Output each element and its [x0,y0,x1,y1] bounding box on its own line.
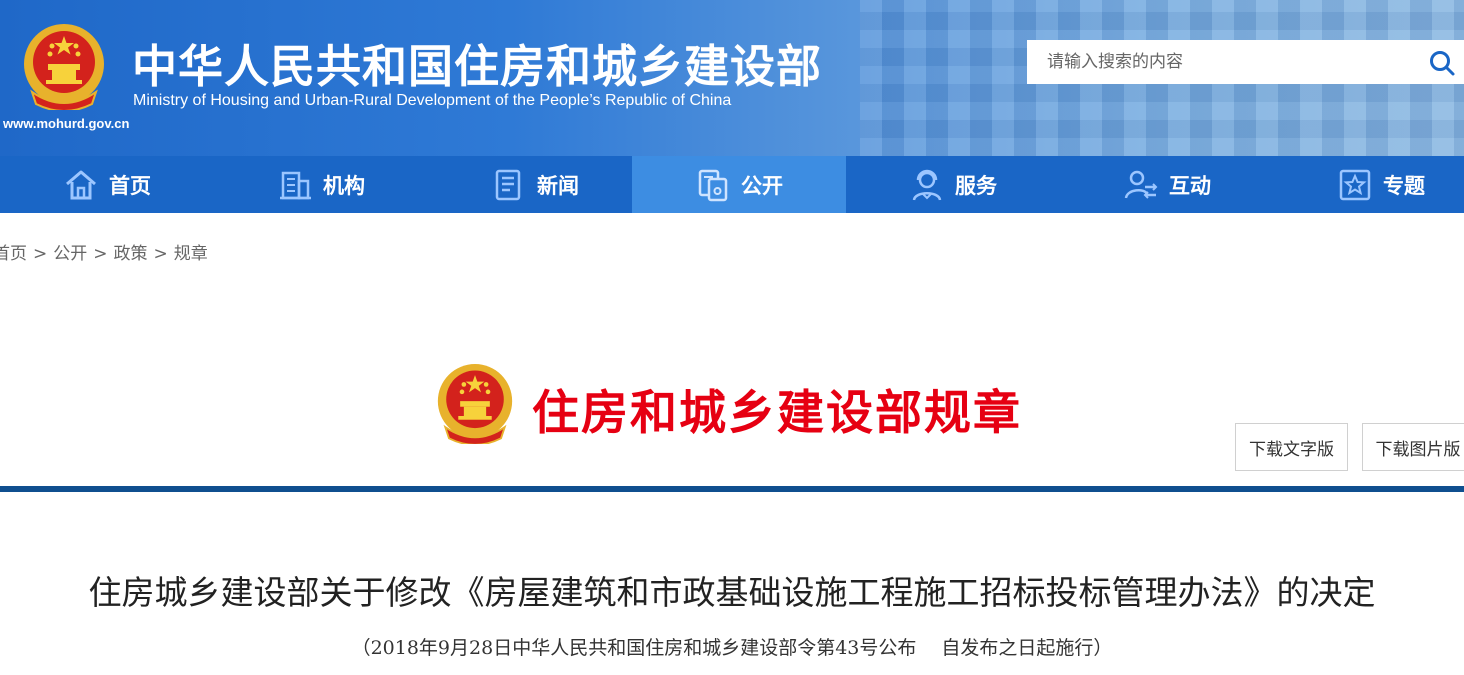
search-icon[interactable] [1428,49,1456,77]
nav-item-label: 专题 [1383,173,1425,198]
breadcrumb-separator: > [153,244,168,264]
nav-item-label: 互动 [1169,173,1211,198]
nav-item-label: 公开 [741,173,783,198]
national-emblem-icon[interactable] [22,22,106,110]
site-title-en: Ministry of Housing and Urban-Rural Deve… [133,92,732,109]
nav-item-label: 机构 [323,173,365,198]
news-icon [495,169,521,200]
documents-icon [698,169,728,201]
search-box [1027,40,1464,84]
breadcrumb-separator: > [93,244,108,264]
nav-item-home[interactable]: 首页 [0,156,214,213]
download-image-button[interactable]: 下载图片版 [1362,423,1464,471]
home-icon [66,170,96,199]
nav-item-topics[interactable]: 专题 [1274,156,1464,213]
section-divider [0,486,1464,492]
site-url: www.mohurd.gov.cn [3,116,130,131]
nav-item-news[interactable]: 新闻 [428,156,642,213]
breadcrumb-policy[interactable]: 政策 [114,239,148,264]
interaction-person-icon [1124,170,1158,199]
search-input[interactable] [1027,40,1422,84]
download-text-button[interactable]: 下载文字版 [1235,423,1348,471]
nav-item-organization[interactable]: 机构 [214,156,428,213]
nav-item-interaction[interactable]: 互动 [1060,156,1274,213]
nav-item-public[interactable]: 公开 [632,156,846,213]
nav-item-label: 服务 [955,173,997,198]
breadcrumb-home[interactable]: 首页 [0,239,27,264]
document-subtitle: （2018年9月28日中华人民共和国住房和城乡建设部令第43号公布 自发布之日起… [351,637,1113,659]
site-title-cn: 中华人民共和国住房和城乡建设部 [132,40,823,93]
nav-item-service[interactable]: 服务 [846,156,1060,213]
regulation-title: 住房和城乡建设部规章 [532,386,1022,441]
breadcrumb-separator: > [33,244,48,264]
star-box-icon [1339,169,1371,200]
breadcrumb-regulations[interactable]: 规章 [174,239,208,264]
breadcrumb-public[interactable]: 公开 [53,239,87,264]
service-person-icon [912,169,942,200]
national-emblem-icon [437,364,513,444]
breadcrumb: 首页 > 公开 > 政策 > 规章 [0,239,208,264]
nav-item-label: 新闻 [537,173,579,198]
regulation-banner: 住房和城乡建设部规章 [436,362,1056,446]
site-header: 中华人民共和国住房和城乡建设部 Ministry of Housing and … [0,0,1464,156]
building-icon [280,171,311,199]
nav-item-label: 首页 [109,173,151,198]
main-nav: 首页 机构 新闻 公开 服务 互动 专题 [0,156,1464,213]
document-title: 住房城乡建设部关于修改《房屋建筑和市政基础设施工程施工招标投标管理办法》的决定 [88,573,1376,612]
